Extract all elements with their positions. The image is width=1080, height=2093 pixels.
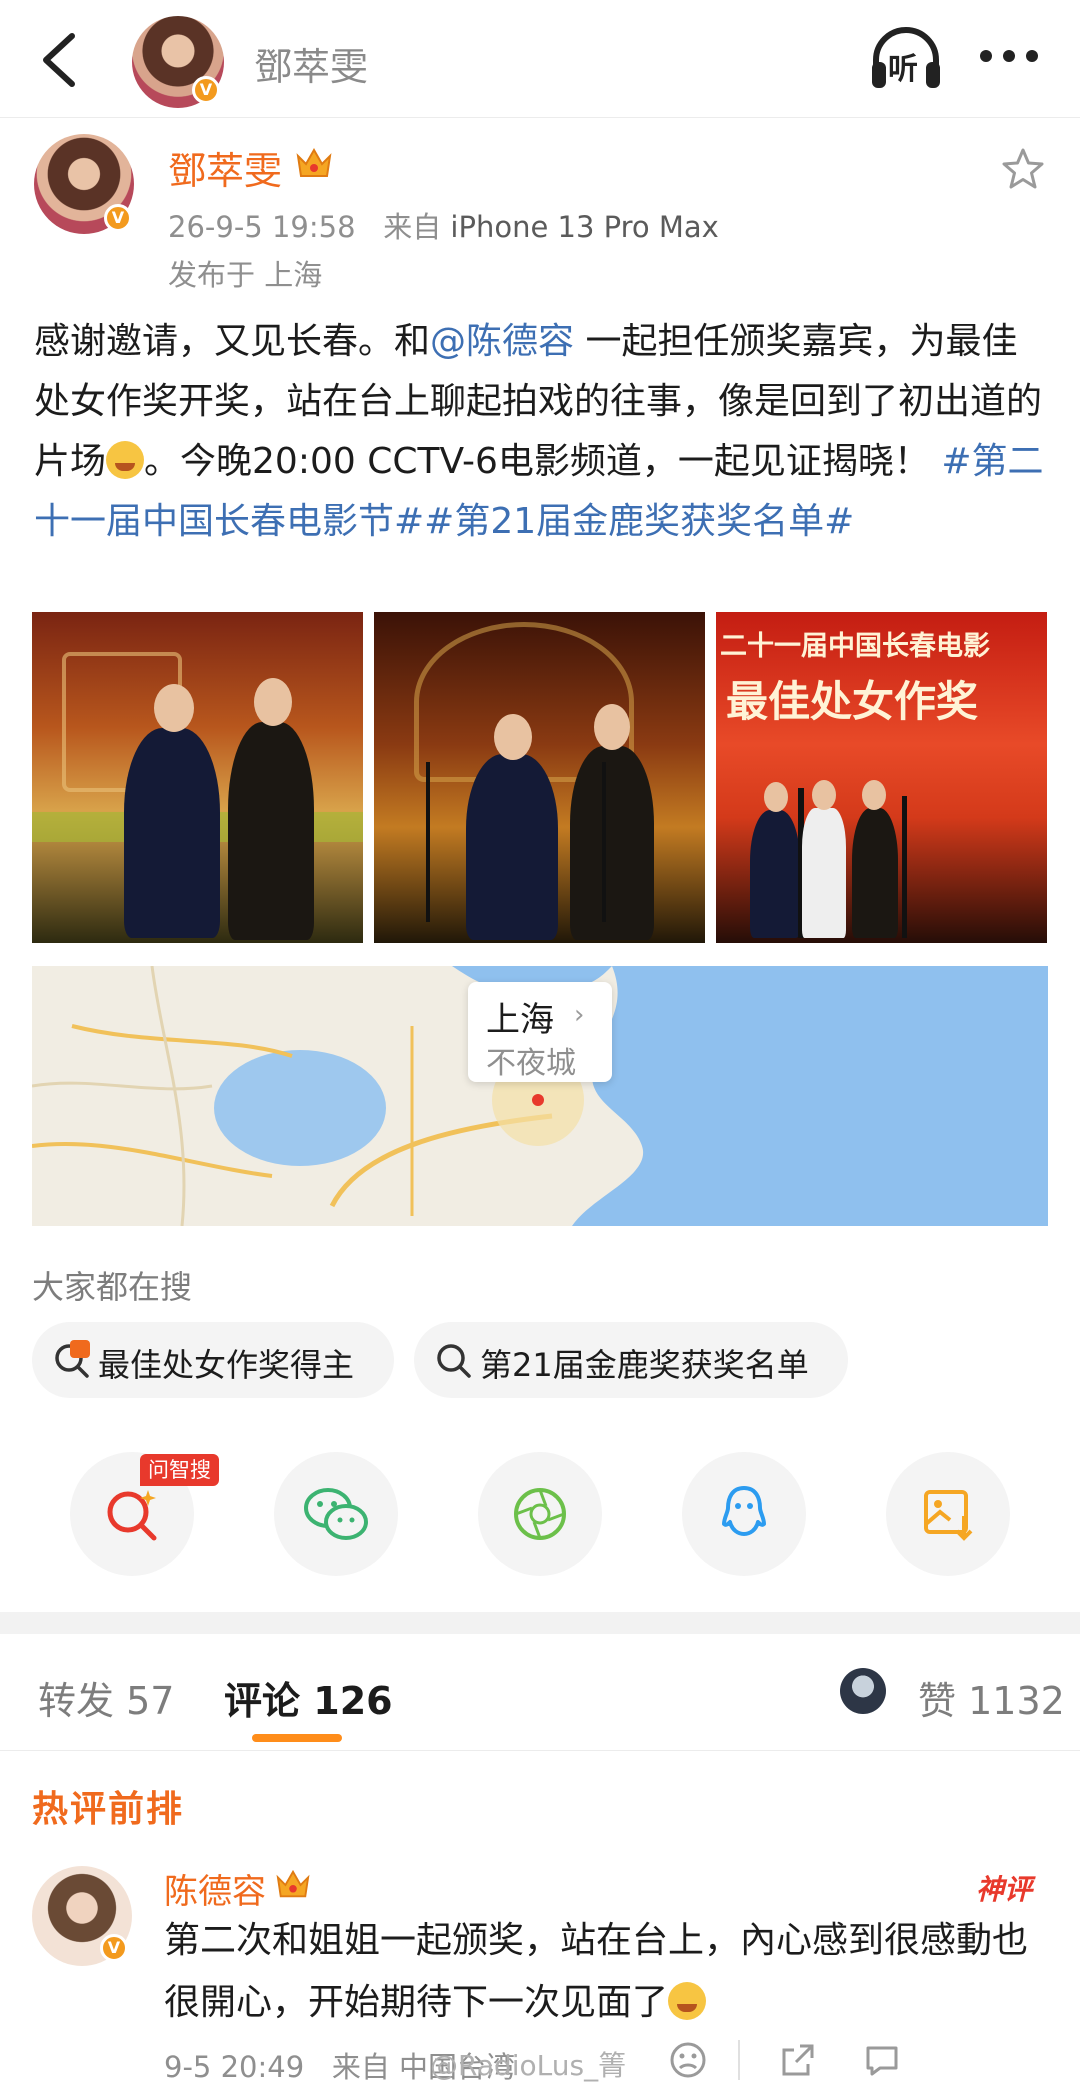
map-location-card[interactable]: 上海 › 不夜城: [468, 982, 612, 1082]
more-button[interactable]: [978, 44, 1040, 68]
photo3-banner-line2: 最佳处女作奖: [726, 677, 979, 726]
map-city: 上海: [486, 1000, 554, 1040]
save-image-button[interactable]: [886, 1452, 1010, 1576]
author-name[interactable]: 鄧萃雯: [168, 140, 282, 195]
star-icon: [1002, 148, 1044, 189]
qq-icon: [722, 1486, 766, 1536]
chevron-left-icon: [43, 33, 75, 87]
more-dots-icon: [980, 50, 1038, 62]
smiling-hearts-emoji-icon: [668, 1982, 707, 2020]
tab-comments-label: 评论: [224, 1679, 301, 1723]
comment-icon: [866, 2046, 898, 2076]
post-meta: 26-9-5 19:58 来自 iPhone 13 Pro Max: [168, 204, 719, 246]
comment-username[interactable]: 陈德容: [164, 1864, 266, 1913]
share-moments-button[interactable]: [478, 1452, 602, 1576]
comment-text-body: 第二次和姐姐一起颁奖，站在台上，內心感到很感動也很開心，开始期待下一次见面了: [164, 1920, 1029, 2023]
post-photo-3[interactable]: 二十一届中国长春电影 最佳处女作奖: [716, 612, 1047, 943]
emoji-react-icon: [670, 2042, 706, 2078]
post-text-part3: 。今晚20:00 CCTV-6电影频道，一起见证揭晓！: [144, 441, 942, 482]
post-time: 26-9-5 19:58: [168, 210, 356, 244]
photo3-banner-line1: 二十一届中国长春电影: [720, 631, 990, 662]
post-text: 感谢邀请，又见长春。和@陈德容 一起担任颁奖嘉宾，为最佳处女作奖开奖，站在台上聊…: [34, 312, 1050, 552]
tab-comments-count: 126: [313, 1679, 393, 1723]
active-tab-indicator: [252, 1734, 342, 1742]
post-device[interactable]: iPhone 13 Pro Max: [450, 210, 718, 244]
emoji-icon: [106, 441, 145, 479]
comment-react-button[interactable]: [668, 2040, 708, 2084]
topic-link-2[interactable]: #第21届金鹿奖获奖名单#: [424, 501, 854, 542]
comment-time: 9-5 20:49: [164, 2050, 305, 2084]
ai-search-badge: 问智搜: [140, 1454, 219, 1486]
favorite-button[interactable]: [1000, 146, 1046, 192]
liker-avatar[interactable]: [840, 1668, 886, 1714]
search-chip-1[interactable]: 最佳处女作奖得主: [32, 1322, 394, 1398]
comment-reply-button[interactable]: [862, 2040, 902, 2084]
tab-likes-label: 赞: [918, 1679, 957, 1723]
chevron-right-icon: ›: [574, 1000, 585, 1030]
search-chip-1-label: 最佳处女作奖得主: [98, 1346, 355, 1384]
source-prefix: 来自: [383, 210, 442, 244]
comment-share-button[interactable]: [778, 2040, 818, 2084]
watermark: @RadioLus_箐: [430, 2049, 627, 2082]
post-photo-2[interactable]: [374, 612, 705, 943]
section-divider: [0, 1612, 1080, 1634]
post-location: 发布于 上海: [168, 258, 323, 292]
search-section-title: 大家都在搜: [32, 1268, 193, 1306]
comment-text: 第二次和姐姐一起颁奖，站在台上，內心感到很感動也很開心，开始期待下一次见面了: [164, 1910, 1054, 2034]
tab-likes-count: 1132: [968, 1679, 1065, 1723]
vip-crown-icon: [294, 146, 334, 182]
share-icon: [782, 2044, 814, 2076]
share-wechat-button[interactable]: [274, 1452, 398, 1576]
mention-link[interactable]: @陈德容: [430, 321, 574, 362]
search-chip-2[interactable]: 第21届金鹿奖获奖名单: [414, 1322, 848, 1398]
hot-comments-title: 热评前排: [32, 1789, 185, 1830]
moments-icon: [514, 1488, 566, 1540]
verified-badge-icon: V: [100, 1934, 128, 1962]
back-button[interactable]: [30, 28, 90, 92]
post-photo-1[interactable]: [32, 612, 363, 943]
ai-search-icon: [107, 1490, 157, 1541]
tab-repost[interactable]: 转发 57: [38, 1670, 174, 1725]
tab-divider: [0, 1750, 1080, 1751]
tab-repost-label: 转发: [38, 1679, 115, 1723]
post-text-part1: 感谢邀请，又见长春。和: [34, 321, 431, 362]
listen-button[interactable]: 听: [868, 26, 944, 92]
map-subtitle: 不夜城: [486, 1046, 576, 1081]
god-comment-badge: 神评: [976, 1873, 1033, 1906]
share-qq-button[interactable]: [682, 1452, 806, 1576]
verified-badge-icon: V: [192, 76, 220, 104]
action-separator: [738, 2040, 740, 2080]
tab-likes[interactable]: 赞 1132: [918, 1670, 1065, 1725]
hot-search-icon: [55, 1340, 90, 1378]
verified-badge-icon: V: [104, 204, 132, 232]
listen-label: 听: [888, 52, 918, 87]
vip-crown-icon: [274, 1868, 312, 1902]
header-username[interactable]: 鄧萃雯: [254, 36, 368, 91]
wechat-icon: [304, 1488, 368, 1540]
tab-repost-count: 57: [126, 1679, 175, 1723]
search-icon: [437, 1344, 471, 1378]
search-chip-2-label: 第21届金鹿奖获奖名单: [480, 1346, 809, 1384]
tab-comments[interactable]: 评论 126: [224, 1670, 393, 1725]
save-image-icon: [924, 1490, 973, 1541]
